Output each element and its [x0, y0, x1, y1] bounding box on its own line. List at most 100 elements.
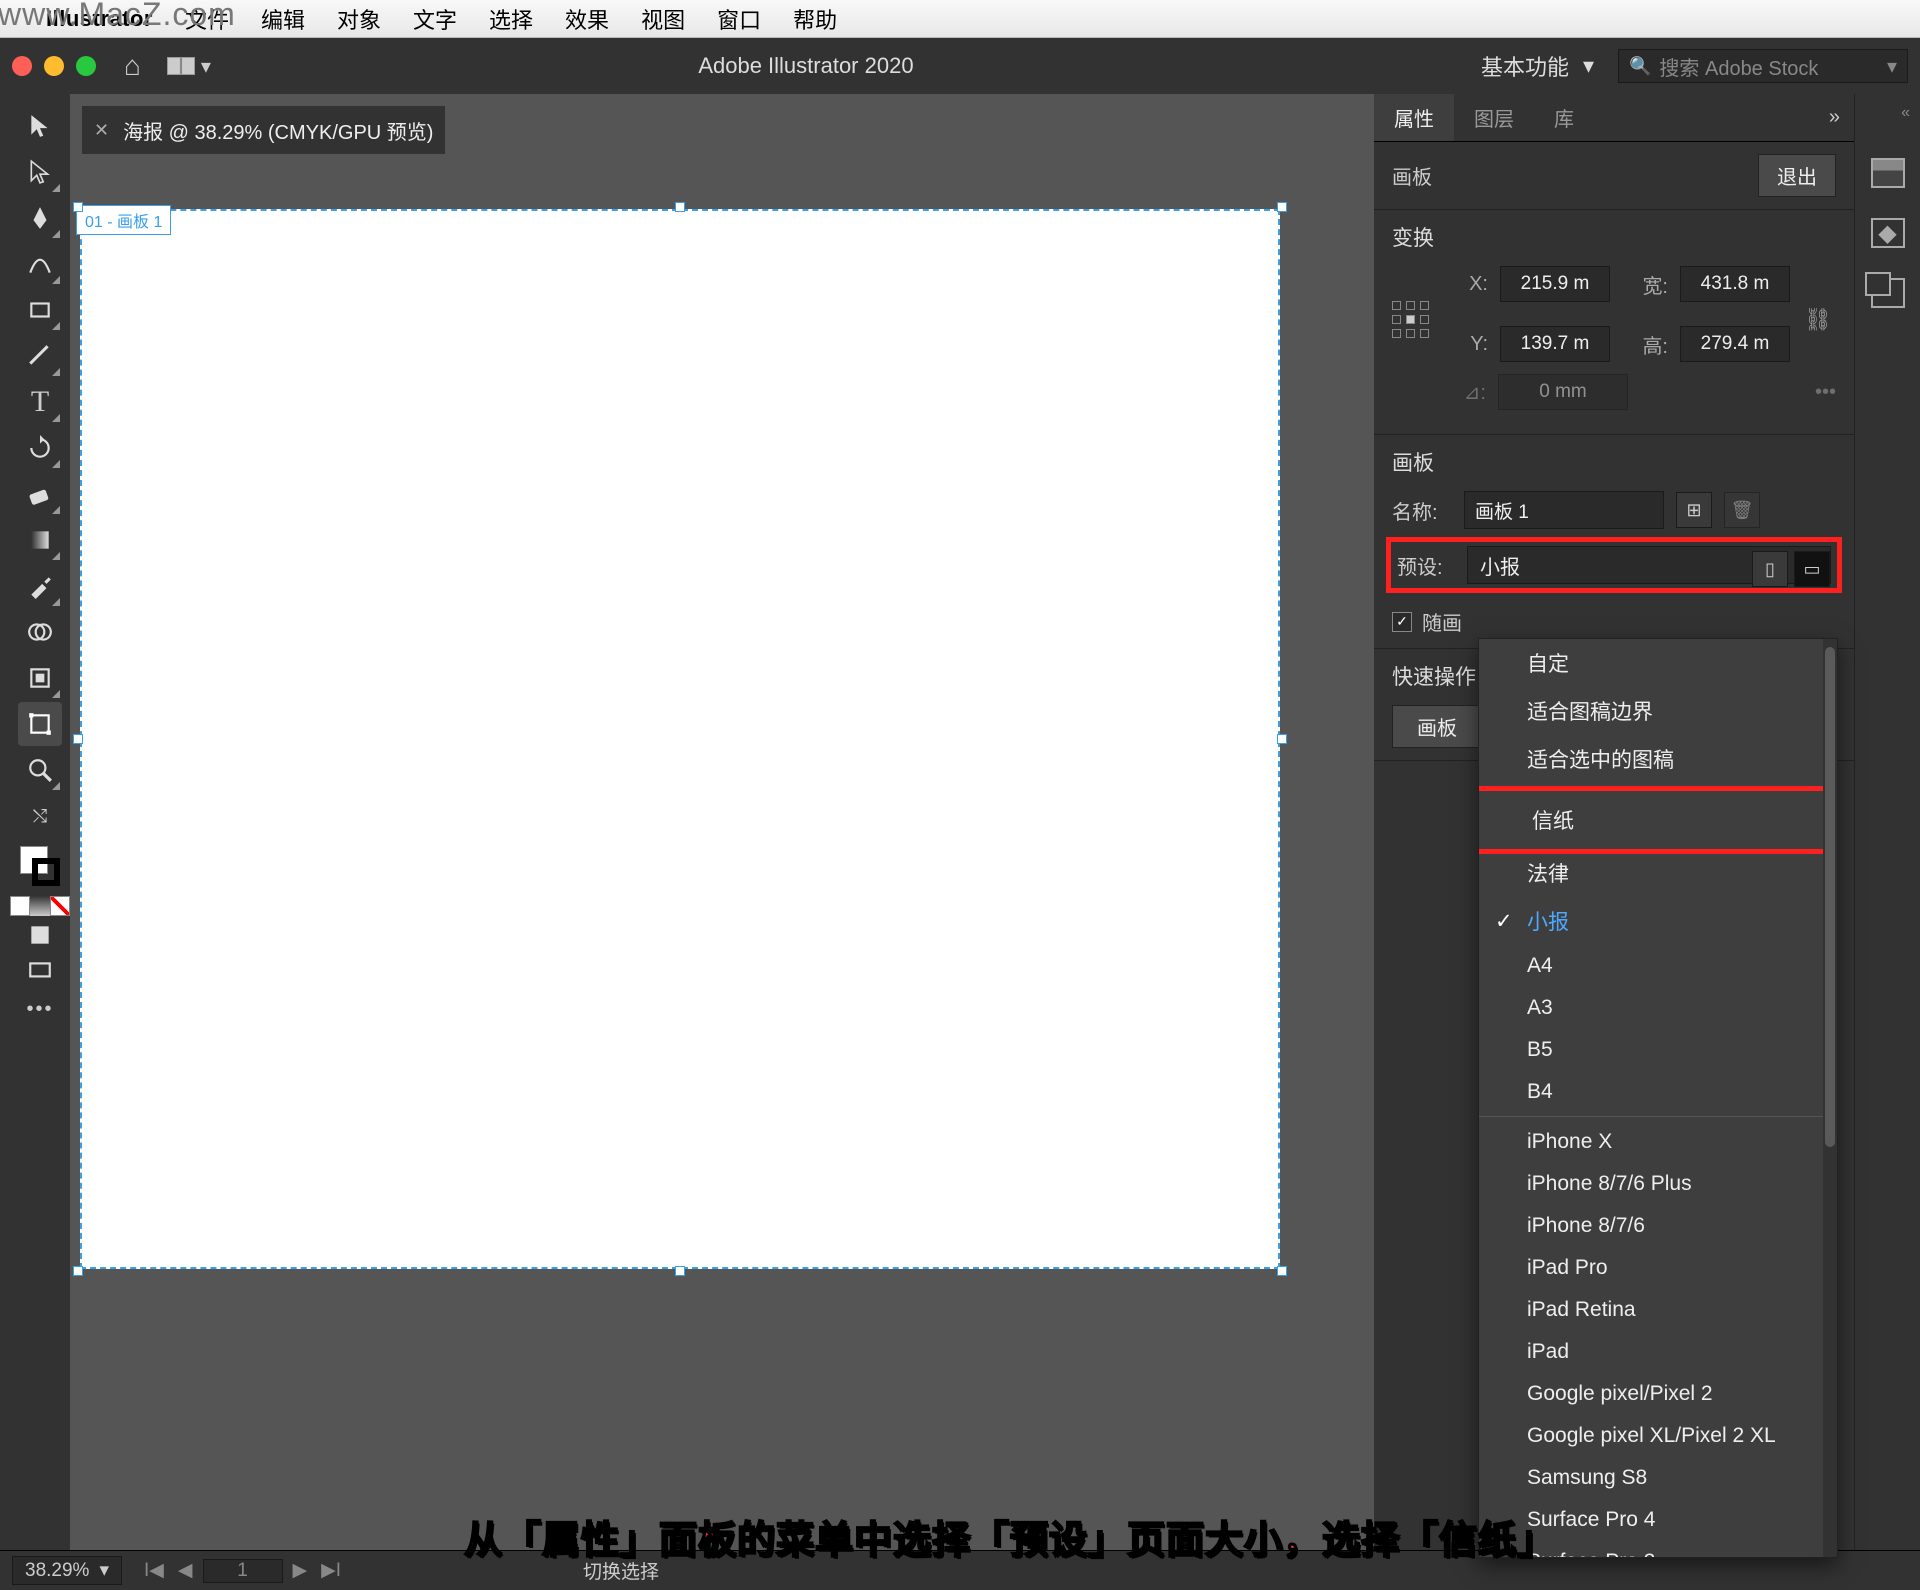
tool-artboard[interactable] [18, 702, 62, 746]
dock-panel-1-icon[interactable] [1871, 158, 1905, 188]
tool-gradient[interactable] [18, 518, 62, 562]
mode-gradient[interactable] [30, 896, 50, 916]
preset-option[interactable]: 自定 [1479, 639, 1837, 687]
preset-option[interactable]: iPad [1479, 1331, 1837, 1373]
menu-window[interactable]: 窗口 [717, 3, 761, 35]
tab-libraries[interactable]: 库 [1534, 94, 1594, 141]
panel-tabs: 属性 图层 库 » [1374, 94, 1854, 142]
screen-mode[interactable] [18, 954, 62, 988]
y-label: Y: [1444, 333, 1488, 356]
reference-point-grid[interactable] [1392, 301, 1430, 339]
artboard-navigator[interactable]: I◀◀ 1 ▶▶I [140, 1559, 345, 1583]
right-dock: « [1854, 94, 1920, 1550]
exit-artboard-button[interactable]: 退出 [1758, 154, 1836, 197]
document-tab[interactable]: ✕ 海报 @ 38.29% (CMYK/GPU 预览) [82, 106, 445, 154]
tool-selection[interactable] [18, 104, 62, 148]
zoom-level-dropdown[interactable]: 38.29%▾ [12, 1556, 122, 1585]
x-field[interactable]: 215.9 m [1500, 266, 1610, 302]
tool-direct-selection[interactable] [18, 150, 62, 194]
artboard-options-button[interactable]: 画板 [1392, 705, 1482, 748]
window-minimize-button[interactable] [44, 56, 64, 76]
preset-option[interactable]: iPad Pro [1479, 1247, 1837, 1289]
preset-option[interactable]: 小报 [1479, 897, 1837, 945]
search-icon: 🔍 [1629, 56, 1651, 77]
tool-type[interactable]: T [18, 380, 62, 424]
preset-option[interactable]: 法律 [1479, 849, 1837, 897]
orientation-portrait-icon[interactable]: ▯ [1752, 551, 1788, 587]
artboard-name-field[interactable] [1464, 491, 1664, 529]
tool-live-paint-bucket[interactable] [18, 656, 62, 700]
artboard-section-title: 画板 [1392, 161, 1432, 190]
preset-option[interactable]: Google pixel/Pixel 2 [1479, 1373, 1837, 1415]
preset-option[interactable]: B5 [1479, 1029, 1837, 1071]
mode-none[interactable] [50, 896, 70, 916]
new-artboard-icon[interactable]: ⊞ [1676, 492, 1712, 528]
menu-object[interactable]: 对象 [337, 3, 381, 35]
orientation-landscape-icon[interactable]: ▭ [1794, 551, 1830, 587]
menu-view[interactable]: 视图 [641, 3, 685, 35]
menu-effect[interactable]: 效果 [565, 3, 609, 35]
preset-option[interactable]: A3 [1479, 987, 1837, 1029]
tool-shape-builder[interactable] [18, 610, 62, 654]
tool-zoom[interactable] [18, 748, 62, 792]
preset-option[interactable]: iPhone 8/7/6 Plus [1479, 1163, 1837, 1205]
tool-eyedropper[interactable] [18, 564, 62, 608]
link-wh-icon[interactable]: ⛓ [1804, 307, 1832, 333]
move-artwork-checkbox[interactable]: ✓ 随画 [1392, 607, 1836, 636]
draw-mode-normal[interactable] [18, 918, 62, 952]
rotate-label: ⊿: [1442, 380, 1486, 405]
tool-rectangle[interactable] [18, 288, 62, 332]
workspace-switcher[interactable]: 基本功能▾ [1481, 50, 1594, 82]
edit-toolbar-button[interactable]: ••• [26, 998, 53, 1021]
artboard[interactable]: 01 - 画板 1 [80, 209, 1280, 1269]
h-field[interactable]: 279.4 m [1680, 326, 1790, 362]
window-close-button[interactable] [12, 56, 32, 76]
preset-option[interactable]: iPhone 8/7/6 [1479, 1205, 1837, 1247]
menu-file[interactable]: 文件 [185, 3, 229, 35]
tool-pen[interactable] [18, 196, 62, 240]
dock-panel-3-icon[interactable] [1871, 278, 1905, 308]
panel-collapse-button[interactable]: » [1815, 106, 1854, 129]
arrange-documents-button[interactable]: ▾ [167, 54, 211, 79]
mode-color[interactable] [10, 896, 30, 916]
tool-eraser[interactable] [18, 472, 62, 516]
canvas[interactable]: 01 - 画板 1 [70, 154, 1374, 1550]
preset-option[interactable]: A4 [1479, 945, 1837, 987]
menu-edit[interactable]: 编辑 [261, 3, 305, 35]
stock-search-placeholder: 搜索 Adobe Stock [1659, 52, 1818, 81]
dock-expand-icon[interactable]: « [1901, 104, 1910, 122]
w-label: 宽: [1624, 270, 1668, 299]
w-field[interactable]: 431.8 m [1680, 266, 1790, 302]
preset-option[interactable]: iPhone X [1479, 1121, 1837, 1163]
tab-properties[interactable]: 属性 [1374, 94, 1454, 141]
preset-option[interactable]: Google pixel XL/Pixel 2 XL [1479, 1415, 1837, 1457]
preset-option[interactable]: iPad Retina [1479, 1289, 1837, 1331]
preset-option[interactable]: Samsung S8 [1479, 1457, 1837, 1499]
preset-option[interactable]: Surface Pro 3 [1479, 1541, 1837, 1558]
preset-option[interactable]: Surface Pro 4 [1479, 1499, 1837, 1541]
stock-search-field[interactable]: 🔍 搜索 Adobe Stock ▾ [1618, 49, 1908, 83]
tool-swap-fill-stroke[interactable]: ⤭ [18, 794, 62, 838]
close-tab-icon[interactable]: ✕ [94, 120, 109, 141]
preset-option[interactable]: 信纸 [1478, 786, 1838, 854]
fill-stroke-indicator[interactable] [20, 846, 60, 886]
menu-type[interactable]: 文字 [413, 3, 457, 35]
tool-paintbrush[interactable] [18, 334, 62, 378]
tool-rotate[interactable] [18, 426, 62, 470]
preset-option[interactable]: 适合图稿边界 [1479, 687, 1837, 735]
y-field[interactable]: 139.7 m [1500, 326, 1610, 362]
preset-option[interactable]: B4 [1479, 1071, 1837, 1117]
menu-select[interactable]: 选择 [489, 3, 533, 35]
preset-option[interactable]: 适合选中的图稿 [1479, 735, 1837, 787]
window-maximize-button[interactable] [76, 56, 96, 76]
window-controls [12, 56, 96, 76]
menu-help[interactable]: 帮助 [793, 3, 837, 35]
app-menu-name[interactable]: Illustrator [46, 6, 153, 32]
tab-layers[interactable]: 图层 [1454, 94, 1534, 141]
more-options-icon[interactable]: ••• [1815, 381, 1836, 404]
dock-panel-2-icon[interactable] [1871, 218, 1905, 248]
delete-artboard-icon[interactable]: 🗑 [1724, 492, 1760, 528]
preset-menu: 自定适合图稿边界适合选中的图稿信纸法律小报A4A3B5B4iPhone XiPh… [1478, 638, 1838, 1558]
home-icon[interactable]: ⌂ [124, 50, 141, 82]
tool-curvature[interactable] [18, 242, 62, 286]
